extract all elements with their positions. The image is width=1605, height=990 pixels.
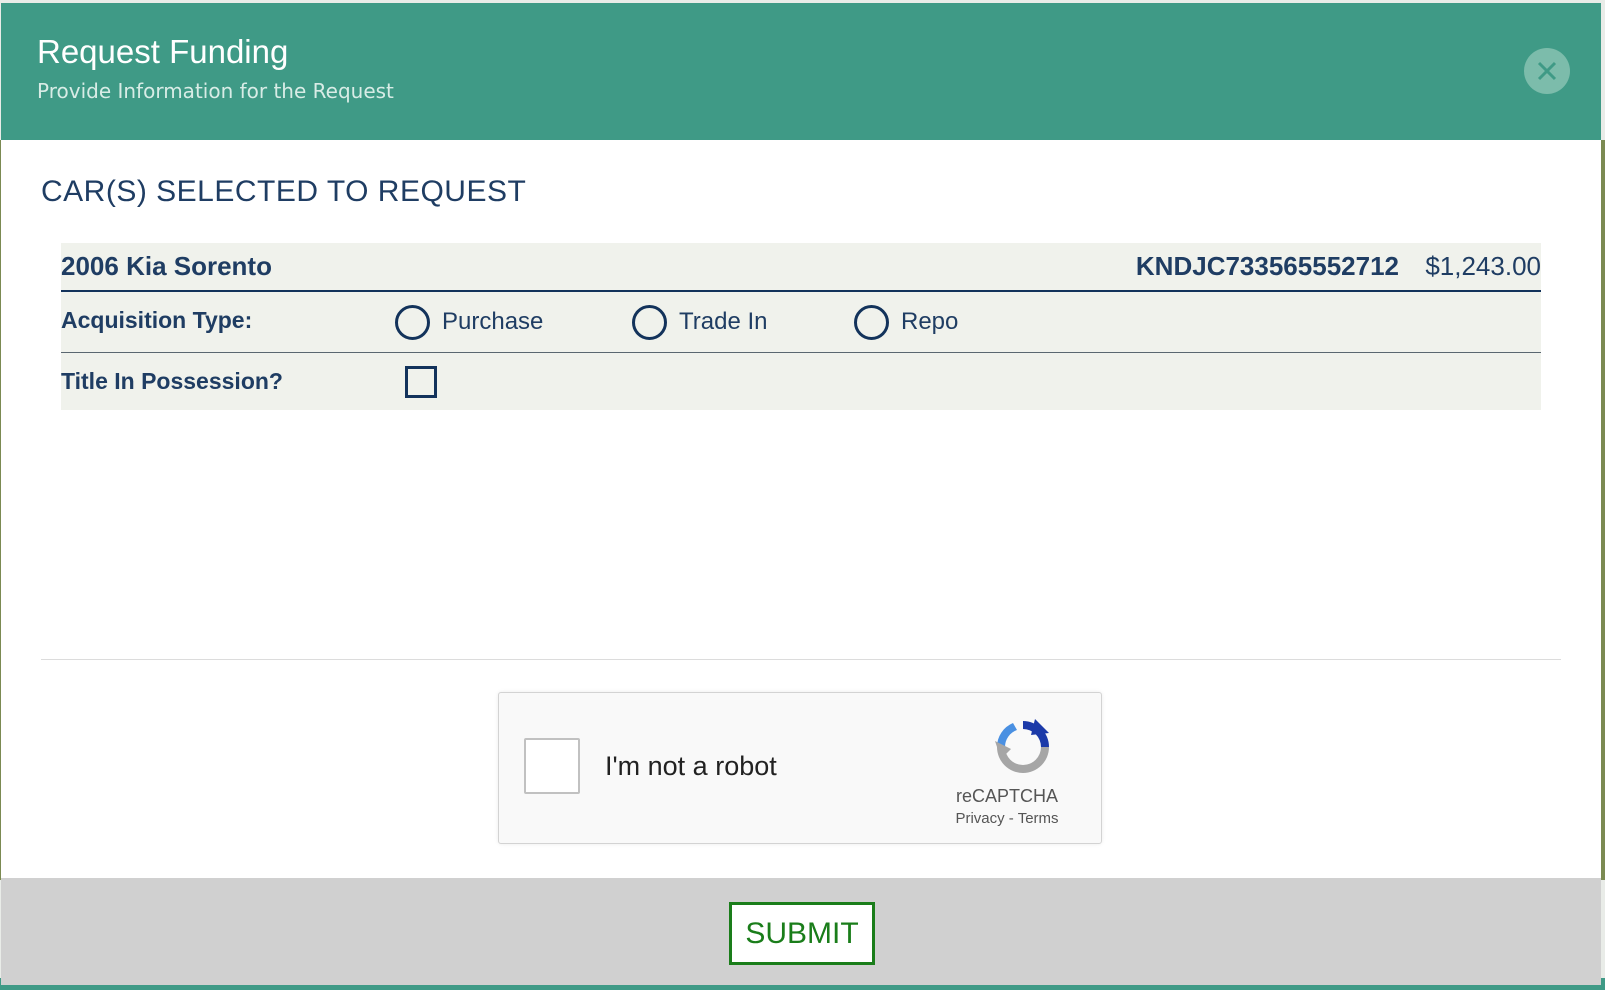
modal-header: Request Funding Provide Information for … (1, 3, 1601, 140)
title-in-possession-row: Title In Possession? (61, 353, 1541, 410)
radio-trade-in-label: Trade In (679, 308, 768, 335)
radio-purchase[interactable]: Purchase (395, 304, 543, 340)
car-card: 2006 Kia Sorento KNDJC733565552712 $1,24… (61, 243, 1541, 410)
radio-repo-label: Repo (901, 308, 959, 335)
radio-purchase-label: Purchase (442, 308, 544, 335)
car-header: 2006 Kia Sorento KNDJC733565552712 $1,24… (61, 243, 1541, 292)
recaptcha-terms-link[interactable]: Terms (1018, 810, 1059, 827)
radio-circle[interactable] (632, 304, 667, 340)
close-icon (1537, 61, 1557, 81)
recaptcha-checkbox[interactable] (524, 738, 580, 794)
radio-trade-in[interactable]: Trade In (632, 304, 768, 340)
modal-subtitle: Provide Information for the Request (37, 79, 394, 103)
modal-footer: SUBMIT (1, 878, 1601, 985)
car-vin: KNDJC733565552712 (1135, 251, 1399, 281)
close-button[interactable] (1524, 48, 1570, 94)
background-edge-right (1601, 140, 1605, 880)
submit-button[interactable]: SUBMIT (729, 902, 875, 965)
recaptcha-widget: I'm not a robot reCAPTCHA Privacy - Term… (498, 692, 1102, 844)
radio-circle[interactable] (854, 304, 889, 340)
section-title: CAR(S) SELECTED TO REQUEST (41, 175, 527, 208)
request-funding-modal: Request Funding Provide Information for … (1, 3, 1601, 985)
modal-title: Request Funding (37, 33, 289, 70)
recaptcha-brand: reCAPTCHA (955, 786, 1058, 806)
acquisition-type-label: Acquisition Type: (61, 307, 253, 333)
recaptcha-privacy-link[interactable]: Privacy (955, 810, 1004, 827)
acquisition-type-row: Acquisition Type: Purchase Trade In Repo (61, 292, 1541, 353)
divider (41, 659, 1561, 660)
recaptcha-label: I'm not a robot (605, 751, 777, 781)
recaptcha-logo-icon (995, 719, 1049, 773)
title-in-possession-label: Title In Possession? (61, 368, 283, 394)
recaptcha-separator: - (1004, 810, 1018, 827)
title-in-possession-checkbox[interactable] (405, 366, 437, 398)
radio-circle[interactable] (395, 304, 430, 340)
car-price: $1,243.00 (1425, 251, 1541, 281)
recaptcha-links: Privacy - Terms (927, 810, 1087, 827)
car-name: 2006 Kia Sorento (61, 251, 272, 281)
radio-repo[interactable]: Repo (854, 304, 958, 340)
